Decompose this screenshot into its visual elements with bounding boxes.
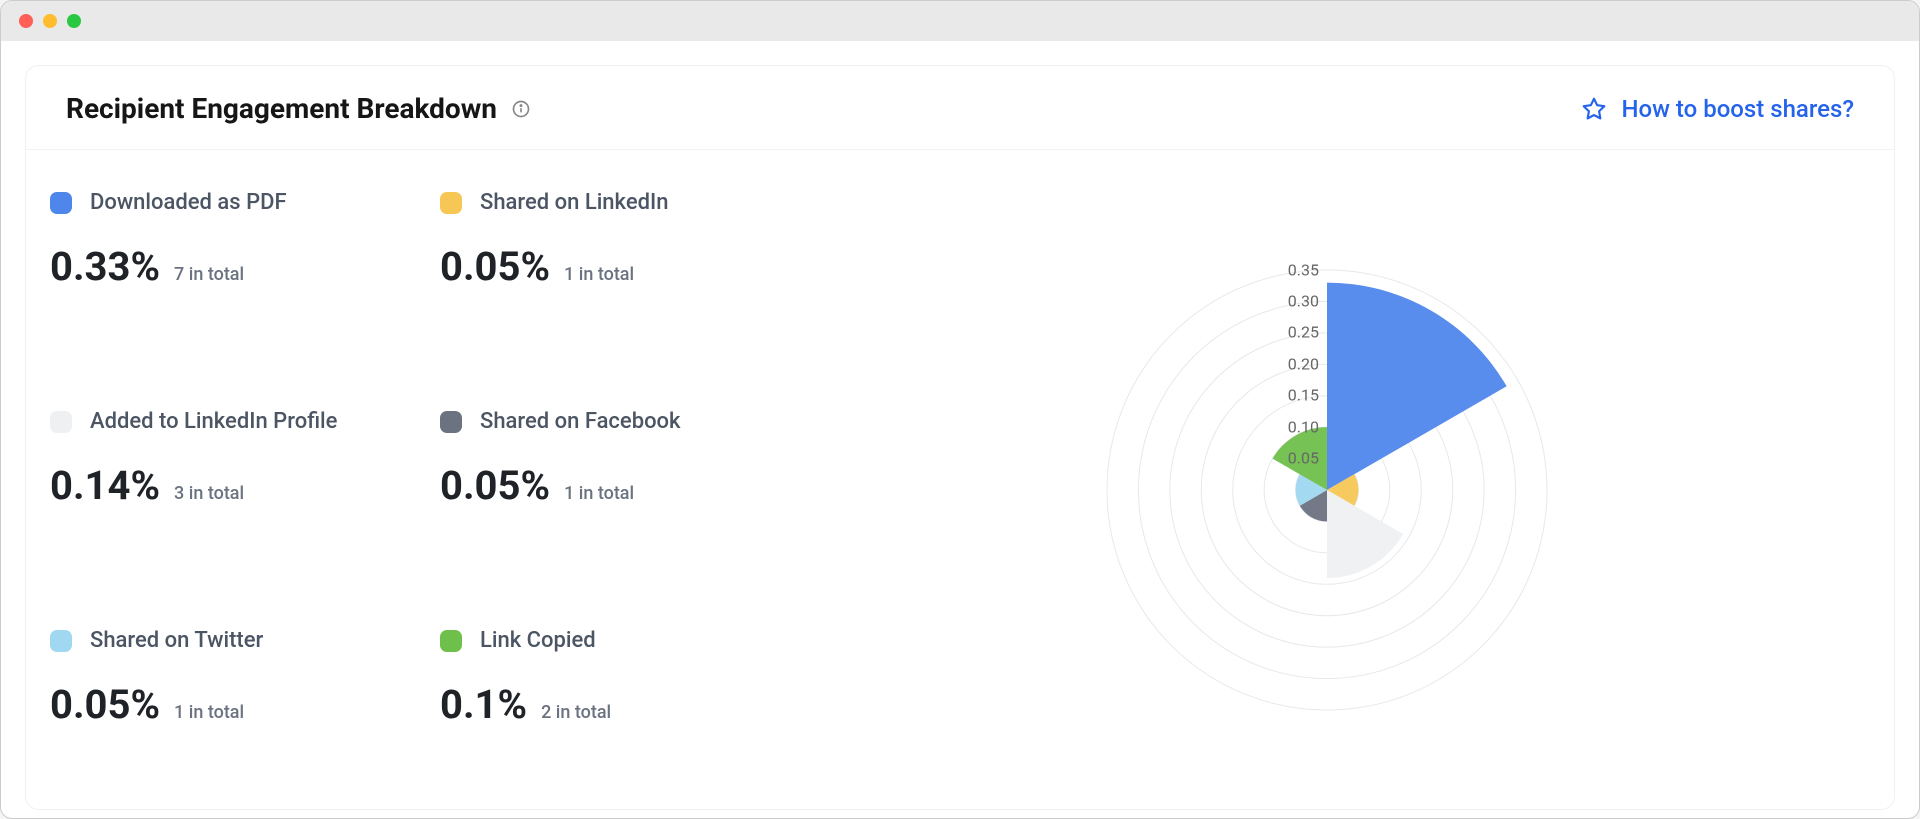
info-icon[interactable] [511,99,531,119]
card-header: Recipient Engagement Breakdown How to bo… [26,66,1894,150]
metric-value: 0.1% [440,681,527,728]
metric-value: 0.05% [440,462,550,509]
swatch-icon [440,411,462,433]
axis-tick-label: 0.05 [1279,449,1319,468]
axis-tick-label: 0.15 [1279,386,1319,405]
swatch-icon [440,630,462,652]
swatch-icon [440,192,462,214]
card-title: Recipient Engagement Breakdown [66,92,497,125]
metric-label: Added to LinkedIn Profile [90,409,337,434]
polar-chart-svg [1087,250,1567,730]
metric-label: Shared on Facebook [480,409,681,434]
card-body: Downloaded as PDF 0.33% 7 in total Share… [26,150,1894,809]
axis-tick-label: 0.25 [1279,323,1319,342]
metric-link-copied: Link Copied 0.1% 2 in total [440,628,800,789]
metric-value: 0.05% [440,243,550,290]
metrics-grid: Downloaded as PDF 0.33% 7 in total Share… [50,190,800,789]
metric-added-linkedin-profile: Added to LinkedIn Profile 0.14% 3 in tot… [50,409,410,570]
axis-tick-label: 0.35 [1279,260,1319,279]
title-wrap: Recipient Engagement Breakdown [66,92,531,125]
metric-downloaded-pdf: Downloaded as PDF 0.33% 7 in total [50,190,410,351]
swatch-icon [50,411,72,433]
metric-total: 1 in total [564,264,634,285]
metric-shared-facebook: Shared on Facebook 0.05% 1 in total [440,409,800,570]
star-icon [1581,96,1607,122]
maximize-icon[interactable] [67,14,81,28]
app-window: Recipient Engagement Breakdown How to bo… [0,0,1920,819]
polar-chart: 0.35 0.30 0.25 0.20 0.15 0.10 0.05 [1087,250,1567,730]
engagement-card: Recipient Engagement Breakdown How to bo… [25,65,1895,810]
metric-value: 0.05% [50,681,160,728]
metric-value: 0.33% [50,243,160,290]
titlebar [1,1,1919,41]
help-link[interactable]: How to boost shares? [1581,95,1854,123]
metric-shared-linkedin: Shared on LinkedIn 0.05% 1 in total [440,190,800,351]
metric-total: 3 in total [174,483,244,504]
metric-value: 0.14% [50,462,160,509]
metric-total: 7 in total [174,264,244,285]
metric-label: Downloaded as PDF [90,190,287,215]
swatch-icon [50,630,72,652]
axis-tick-label: 0.10 [1279,417,1319,436]
metric-total: 2 in total [541,702,611,723]
help-link-text: How to boost shares? [1621,95,1854,123]
axis-tick-label: 0.30 [1279,291,1319,310]
metric-total: 1 in total [174,702,244,723]
metric-shared-twitter: Shared on Twitter 0.05% 1 in total [50,628,410,789]
content-wrap: Recipient Engagement Breakdown How to bo… [1,41,1919,818]
metric-label: Link Copied [480,628,596,653]
swatch-icon [50,192,72,214]
metric-total: 1 in total [564,483,634,504]
close-icon[interactable] [19,14,33,28]
chart-area: 0.35 0.30 0.25 0.20 0.15 0.10 0.05 [800,190,1854,789]
minimize-icon[interactable] [43,14,57,28]
metric-label: Shared on Twitter [90,628,263,653]
metric-label: Shared on LinkedIn [480,190,668,215]
axis-tick-label: 0.20 [1279,354,1319,373]
